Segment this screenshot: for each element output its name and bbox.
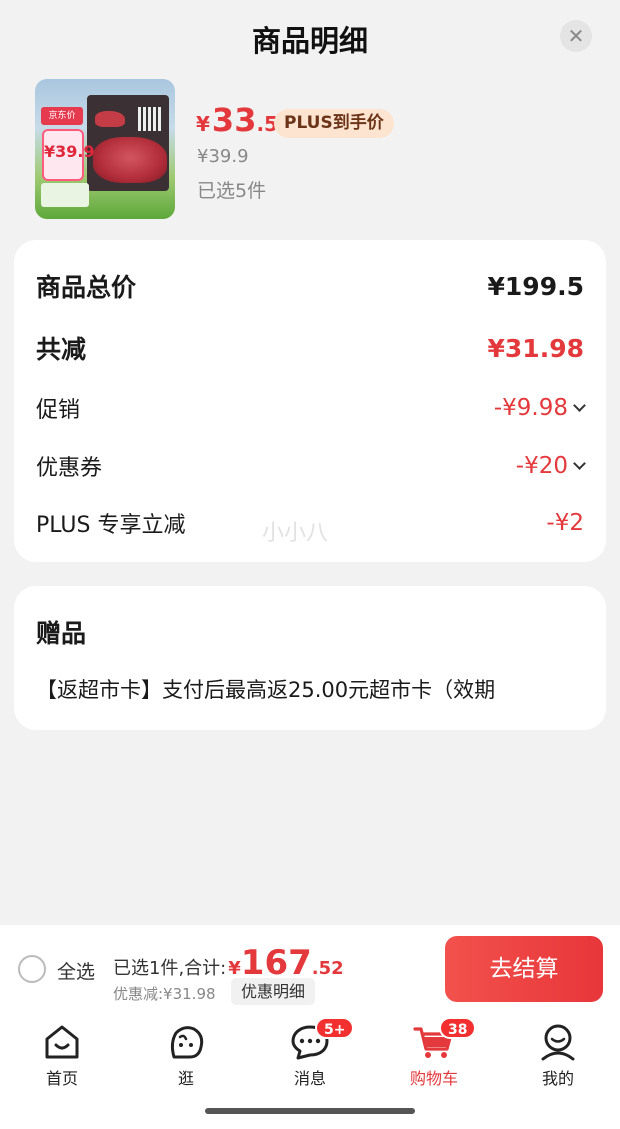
message-badge: 5+ xyxy=(315,1017,355,1039)
profile-icon xyxy=(541,1024,575,1061)
reduce-label: 共减 xyxy=(36,335,87,364)
promo-row[interactable]: 促销 -¥9.98 xyxy=(36,392,586,424)
image-price: ¥39.9 xyxy=(44,142,95,161)
coupon-value-wrap: -¥20 xyxy=(515,453,586,479)
price-summary-card: 商品总价 ¥199.5 共减 ¥31.98 促销 -¥9.98 优惠券 -¥20… xyxy=(14,240,606,562)
tab-label: 消息 xyxy=(293,1069,326,1088)
coupon-row[interactable]: 优惠券 -¥20 xyxy=(36,450,586,482)
discount-detail-button[interactable]: 优惠明细 xyxy=(231,978,316,1005)
tab-label: 购物车 xyxy=(409,1069,458,1088)
total-sum: 已选1件,合计: ¥ 167 .52 xyxy=(113,943,344,983)
select-all-radio[interactable] xyxy=(18,955,46,983)
tab-label: 首页 xyxy=(45,1069,78,1088)
coupon-label: 优惠券 xyxy=(36,456,103,481)
tab-label: 我的 xyxy=(541,1069,574,1088)
image-caption xyxy=(41,183,89,207)
explore-icon xyxy=(170,1026,204,1059)
price-integer: 33 xyxy=(211,101,257,139)
chevron-down-icon[interactable] xyxy=(573,398,586,412)
reduce-row: 共减 ¥31.98 xyxy=(36,330,584,366)
sum-label: 已选1件,合计: xyxy=(113,958,227,979)
sum-decimal: .52 xyxy=(311,958,344,979)
home-icon xyxy=(45,1025,79,1059)
tab-message[interactable]: 5+ 消息 xyxy=(265,1017,355,1089)
gift-card: 赠品 【返超市卡】支付后最高返25.00元超市卡（效期 xyxy=(14,586,606,730)
sum-integer: 167 xyxy=(240,943,312,983)
checkout-button[interactable]: 去结算 xyxy=(445,936,603,1002)
discount-text: 优惠减:¥31.98 xyxy=(113,985,216,1003)
tab-explore[interactable]: 逛 xyxy=(141,1023,231,1089)
reduce-value: ¥31.98 xyxy=(487,333,584,363)
gift-title: 赠品 xyxy=(36,619,87,648)
coupon-value: -¥20 xyxy=(515,453,568,479)
tab-profile[interactable]: 我的 xyxy=(513,1023,603,1089)
promo-value: -¥9.98 xyxy=(493,395,568,421)
total-value: ¥199.5 xyxy=(487,271,584,301)
tab-home[interactable]: 首页 xyxy=(17,1023,107,1089)
chevron-down-icon[interactable] xyxy=(573,456,586,470)
tab-cart[interactable]: 38 购物车 xyxy=(389,1017,479,1089)
detail-sheet: 商品明细 ✕ 京东价 ¥39.9 ¥ 33 .5 PLUS到手价 ¥39.9 已… xyxy=(0,0,620,925)
original-price: ¥39.9 xyxy=(197,146,249,167)
plus-value: -¥2 xyxy=(546,510,584,536)
current-price: ¥ 33 .5 xyxy=(196,101,278,139)
qr-code xyxy=(138,107,162,131)
checkout-bar: 全选 已选1件,合计: ¥ 167 .52 优惠减:¥31.98 优惠明细 去结… xyxy=(0,925,620,1013)
tab-label: 逛 xyxy=(177,1069,194,1088)
sum-currency: ¥ xyxy=(228,958,241,979)
select-all-label[interactable]: 全选 xyxy=(57,957,95,984)
price-currency: ¥ xyxy=(196,112,210,136)
total-row: 商品总价 ¥199.5 xyxy=(36,268,584,304)
cart-badge: 38 xyxy=(439,1017,477,1039)
selected-count: 已选5件 xyxy=(197,180,267,202)
plus-label: PLUS 专享立减 xyxy=(36,513,186,538)
sheet-title: 商品明细 xyxy=(251,24,368,58)
cow-icon xyxy=(95,111,125,127)
beef-image xyxy=(93,137,167,183)
close-button[interactable]: ✕ xyxy=(560,20,592,52)
promo-value-wrap: -¥9.98 xyxy=(493,395,586,421)
gift-text: 【返超市卡】支付后最高返25.00元超市卡（效期 xyxy=(36,678,496,702)
total-label: 商品总价 xyxy=(36,273,137,302)
promo-label: 促销 xyxy=(36,398,81,423)
home-indicator[interactable] xyxy=(205,1108,415,1114)
watermark: 小小八 xyxy=(262,521,329,546)
plus-price-tag: PLUS到手价 xyxy=(274,109,394,138)
image-tag: 京东价 xyxy=(41,107,83,125)
product-image[interactable]: 京东价 ¥39.9 xyxy=(35,79,175,219)
